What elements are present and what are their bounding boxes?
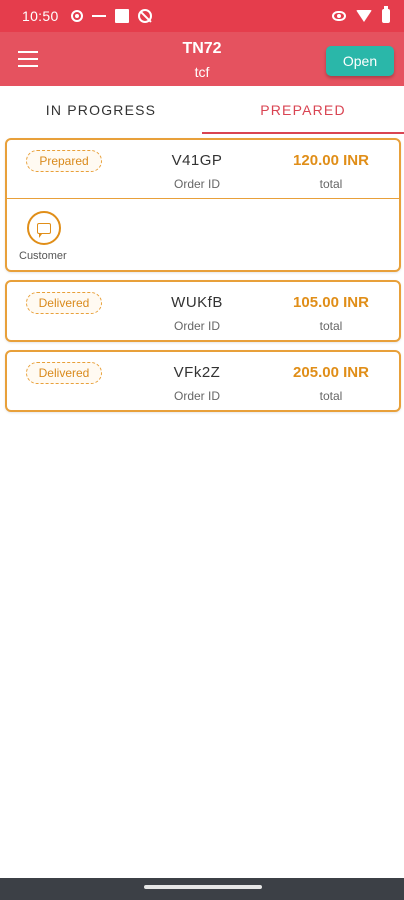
location-icon [70,10,83,22]
tab-bar: IN PROGRESS PREPARED [0,86,404,134]
order-total-label: total [319,177,343,191]
status-icons-right [332,6,390,23]
order-id-label: Order ID [173,389,220,403]
status-icons-left [70,9,152,23]
order-card[interactable]: Delivered VFk2Z Order ID 205.00 INR tota… [5,350,401,412]
app-bar: TN72 tcf Open [0,32,404,86]
order-total-value: 105.00 INR [293,294,369,311]
open-button[interactable]: Open [326,46,394,76]
order-total-value: 205.00 INR [293,364,369,381]
order-summary-row[interactable]: Delivered WUKfB Order ID 105.00 INR tota… [7,282,399,340]
battery-icon [382,6,390,23]
customer-label: Customer [19,250,67,262]
status-badge: Prepared [26,150,102,172]
dashes-icon [91,15,106,17]
system-nav-bar [0,878,404,900]
wifi-icon [356,10,372,22]
eye-icon [332,11,346,21]
status-badge: Delivered [26,362,102,384]
order-id-value: VFk2Z [173,364,221,381]
order-details: Customer [7,198,399,270]
order-id-value: WUKfB [171,294,223,311]
status-badge: Delivered [26,292,102,314]
order-id-label: Order ID [173,319,220,333]
tab-in-progress[interactable]: IN PROGRESS [0,86,202,134]
order-summary-row[interactable]: Delivered VFk2Z Order ID 205.00 INR tota… [7,352,399,410]
order-card[interactable]: Delivered WUKfB Order ID 105.00 INR tota… [5,280,401,342]
order-list: Prepared V41GP Order ID 120.00 INR total… [5,138,401,420]
order-total-value: 120.00 INR [293,152,369,169]
customer-chat-button[interactable] [27,211,61,245]
order-total-label: total [319,389,343,403]
status-time: 10:50 [22,8,59,24]
order-card[interactable]: Prepared V41GP Order ID 120.00 INR total… [5,138,401,272]
no-sign-icon [137,9,152,23]
chat-icon [37,222,51,238]
order-total-label: total [319,319,343,333]
home-gesture-handle[interactable] [144,885,262,889]
order-id-value: V41GP [171,152,223,169]
status-bar: 10:50 [0,0,404,32]
order-summary-row[interactable]: Prepared V41GP Order ID 120.00 INR total [7,140,399,198]
square-icon [114,9,129,23]
tab-prepared[interactable]: PREPARED [202,86,404,134]
order-id-label: Order ID [173,177,220,191]
